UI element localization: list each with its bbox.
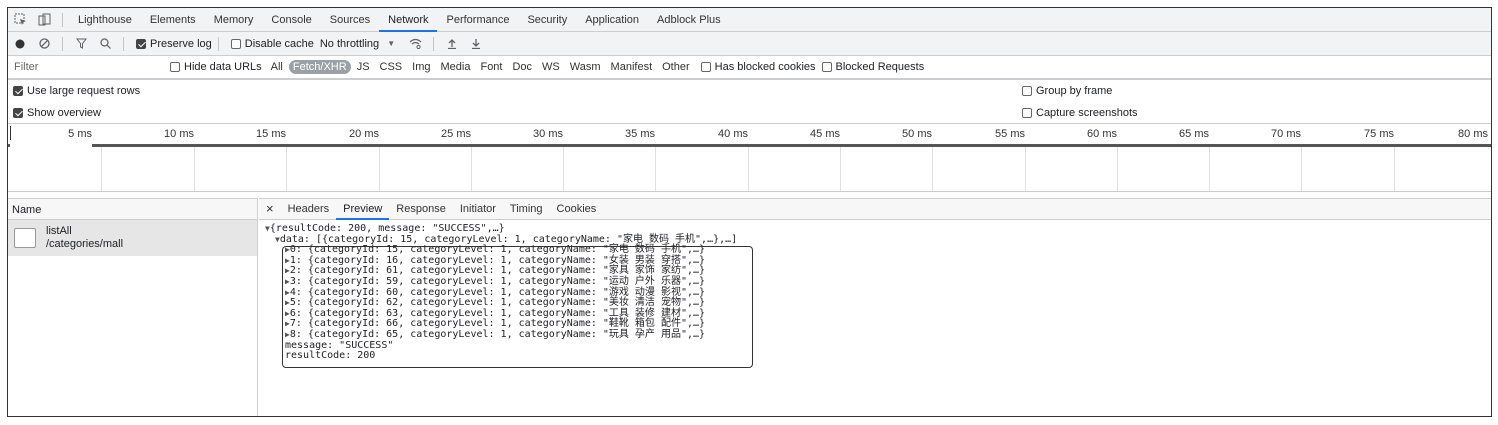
timeline-tick: 25 ms	[441, 128, 471, 140]
timeline-tick: 55 ms	[995, 128, 1025, 140]
tab-response[interactable]: Response	[389, 198, 453, 220]
search-icon[interactable]	[96, 35, 114, 53]
timeline-tick: 5 ms	[68, 128, 92, 140]
devtools-window: Lighthouse Elements Memory Console Sourc…	[7, 7, 1492, 417]
tab-cookies[interactable]: Cookies	[550, 198, 604, 220]
export-har-icon[interactable]	[467, 35, 485, 53]
hide-data-urls-checkbox[interactable]	[170, 62, 180, 72]
import-har-icon[interactable]	[443, 35, 461, 53]
tab-memory[interactable]: Memory	[205, 8, 263, 32]
divider	[123, 36, 124, 51]
throttling-select[interactable]: No throttling	[320, 38, 379, 50]
show-overview-checkbox[interactable]	[13, 107, 23, 118]
filter-type-doc[interactable]: Doc	[508, 60, 536, 74]
timeline-tick: 15 ms	[256, 128, 286, 140]
request-path: /categories/mall	[46, 238, 124, 250]
close-details-button[interactable]: ×	[259, 198, 281, 220]
filter-input[interactable]: Filter	[14, 61, 164, 73]
tab-initiator[interactable]: Initiator	[453, 198, 503, 220]
disable-cache-label: Disable cache	[244, 37, 314, 50]
divider	[217, 36, 219, 51]
request-name: listAll	[46, 225, 72, 237]
inspect-element-icon[interactable]	[11, 11, 29, 29]
group-by-frame-label: Group by frame	[1036, 85, 1113, 97]
timeline-tick: 45 ms	[810, 128, 840, 140]
tab-elements[interactable]: Elements	[141, 8, 205, 32]
tab-lighthouse[interactable]: Lighthouse	[69, 8, 141, 32]
timeline-tick: 20 ms	[349, 128, 379, 140]
filter-type-media[interactable]: Media	[437, 60, 475, 74]
has-blocked-cookies-checkbox[interactable]	[700, 62, 711, 72]
timeline-start-marker	[10, 126, 11, 140]
timeline-tick: 65 ms	[1179, 128, 1209, 140]
dropdown-arrow-icon[interactable]: ▼	[382, 35, 400, 53]
timeline-tick: 60 ms	[1087, 128, 1117, 140]
timeline-tick: 35 ms	[625, 128, 655, 140]
large-rows-label: Use large request rows	[27, 85, 141, 97]
capture-screenshots-label: Capture screenshots	[1036, 106, 1138, 119]
tab-preview[interactable]: Preview	[336, 198, 390, 220]
disable-cache-checkbox[interactable]	[230, 38, 241, 49]
tab-network[interactable]: Network	[379, 8, 438, 32]
divider	[433, 36, 435, 51]
request-list: Name listAll /categories/mall	[8, 198, 258, 416]
hide-data-urls-label: Hide data URLs	[184, 61, 262, 73]
filter-type-all[interactable]: All	[267, 60, 287, 74]
filter-type-img[interactable]: Img	[408, 60, 434, 74]
preserve-log-checkbox[interactable]	[136, 38, 146, 49]
capture-screenshots-checkbox[interactable]	[1022, 107, 1032, 118]
tab-adblock-plus[interactable]: Adblock Plus	[648, 8, 730, 32]
filter-type-font[interactable]: Font	[476, 60, 506, 74]
tab-timing[interactable]: Timing	[503, 198, 550, 220]
filter-type-manifest[interactable]: Manifest	[607, 60, 657, 74]
request-row[interactable]: listAll /categories/mall	[8, 220, 257, 256]
tab-headers[interactable]: Headers	[281, 198, 337, 220]
clear-icon[interactable]	[35, 35, 53, 53]
record-icon[interactable]	[11, 35, 29, 53]
group-by-frame-checkbox[interactable]	[1022, 86, 1032, 96]
timeline-tick: 80 ms	[1458, 128, 1488, 140]
divider	[62, 12, 63, 27]
filter-type-js[interactable]: JS	[353, 60, 374, 74]
options-row-2: Show overview Capture screenshots	[8, 102, 1491, 124]
large-rows-checkbox[interactable]	[13, 86, 23, 96]
file-icon	[14, 228, 36, 248]
network-conditions-icon[interactable]	[406, 35, 424, 53]
json-preview: ▼{resultCode: 200, message: "SUCCESS",…}…	[259, 220, 1491, 368]
timeline-tick: 40 ms	[718, 128, 748, 140]
preserve-log-label: Preserve log	[150, 37, 212, 50]
filter-icon[interactable]	[72, 35, 90, 53]
pane-divider[interactable]	[8, 191, 1491, 192]
timeline-tick: 10 ms	[164, 128, 194, 140]
filter-type-css[interactable]: CSS	[376, 60, 407, 74]
tab-console[interactable]: Console	[262, 8, 320, 32]
detail-tab-bar: × Headers Preview Response Initiator Tim…	[259, 198, 1491, 220]
filter-bar: Filter Hide data URLs All Fetch/XHR JS C…	[8, 56, 1491, 79]
blocked-requests-checkbox[interactable]	[821, 62, 832, 72]
overview-grid	[8, 147, 1491, 191]
divider	[62, 36, 63, 51]
options-row-1: Use large request rows Group by frame	[8, 79, 1491, 102]
timeline-tick: 75 ms	[1364, 128, 1394, 140]
device-toolbar-icon[interactable]	[35, 11, 53, 29]
timeline-tick: 30 ms	[533, 128, 563, 140]
filter-type-ws[interactable]: WS	[538, 60, 564, 74]
network-toolbar: Preserve log Disable cache No throttling…	[8, 32, 1491, 56]
show-overview-label: Show overview	[27, 106, 101, 119]
tab-security[interactable]: Security	[518, 8, 576, 32]
has-blocked-cookies-label: Has blocked cookies	[714, 61, 816, 73]
filter-type-fetch-xhr[interactable]: Fetch/XHR	[288, 60, 351, 74]
tab-sources[interactable]: Sources	[321, 8, 379, 32]
timeline-tick: 70 ms	[1271, 128, 1301, 140]
highlight-box	[282, 246, 753, 368]
main-tab-bar: Lighthouse Elements Memory Console Sourc…	[8, 8, 1491, 32]
name-column-header[interactable]: Name	[8, 198, 257, 220]
timeline-tick: 50 ms	[902, 128, 932, 140]
request-details: × Headers Preview Response Initiator Tim…	[259, 198, 1491, 416]
tab-application[interactable]: Application	[576, 8, 648, 32]
filter-type-wasm[interactable]: Wasm	[566, 60, 605, 74]
blocked-requests-label: Blocked Requests	[835, 61, 925, 73]
filter-type-other[interactable]: Other	[658, 60, 694, 74]
tab-performance[interactable]: Performance	[437, 8, 518, 32]
